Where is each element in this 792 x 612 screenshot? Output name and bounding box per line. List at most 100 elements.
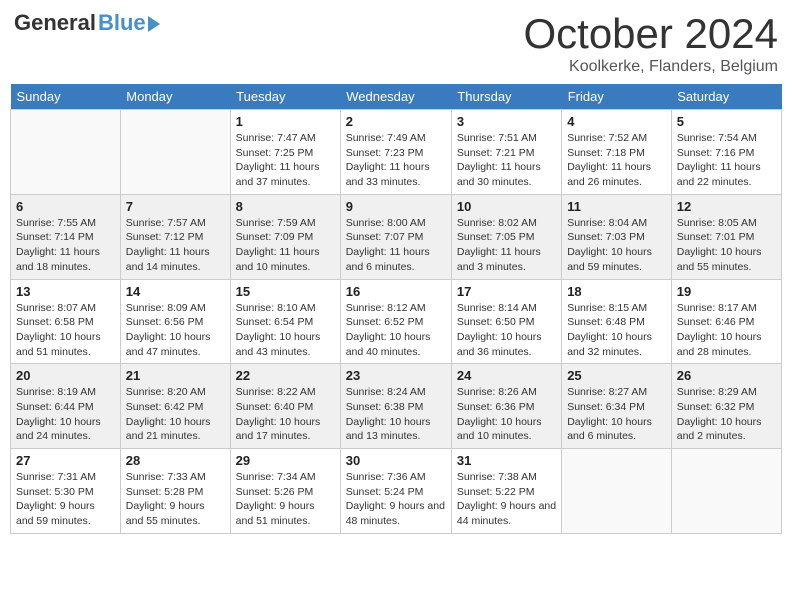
calendar-table: SundayMondayTuesdayWednesdayThursdayFrid… xyxy=(10,84,782,534)
day-number: 4 xyxy=(567,114,666,129)
calendar-cell: 7Sunrise: 7:57 AMSunset: 7:12 PMDaylight… xyxy=(120,194,230,279)
calendar-cell: 4 Sunrise: 7:52 AMSunset: 7:18 PMDaylight… xyxy=(562,110,672,195)
calendar-cell: 31 Sunrise: 7:38 AMSunset: 5:22 PMDayligh… xyxy=(451,449,561,534)
day-detail: Sunrise: 7:59 AMSunset: 7:09 PMDaylight:… xyxy=(236,216,335,275)
day-number: 20 xyxy=(16,368,115,383)
calendar-cell: 1 Sunrise: 7:47 AMSunset: 7:25 PMDaylight… xyxy=(230,110,340,195)
calendar-cell: 17 Sunrise: 8:14 AMSunset: 6:50 PMDayligh… xyxy=(451,279,561,364)
day-detail: Sunrise: 8:07 AMSunset: 6:58 PMDaylight:… xyxy=(16,301,115,360)
day-number: 26 xyxy=(677,368,776,383)
day-number: 6 xyxy=(16,199,115,214)
day-detail: Sunrise: 8:29 AMSunset: 6:32 PMDaylight:… xyxy=(677,385,776,444)
day-number: 24 xyxy=(457,368,556,383)
calendar-cell: 23 Sunrise: 8:24 AMSunset: 6:38 PMDayligh… xyxy=(340,364,451,449)
day-detail: Sunrise: 7:31 AMSunset: 5:30 PMDaylight:… xyxy=(16,470,115,529)
calendar-cell: 6 Sunrise: 7:55 AMSunset: 7:14 PMDaylight… xyxy=(11,194,121,279)
logo-blue-text: Blue xyxy=(98,10,146,36)
calendar-cell: 24 Sunrise: 8:26 AMSunset: 6:36 PMDayligh… xyxy=(451,364,561,449)
day-detail: Sunrise: 7:49 AMSunset: 7:23 PMDaylight:… xyxy=(346,131,446,190)
logo-general-text: General xyxy=(14,10,96,36)
day-number: 21 xyxy=(126,368,225,383)
day-detail: Sunrise: 7:36 AMSunset: 5:24 PMDaylight:… xyxy=(346,470,446,529)
month-title: October 2024 xyxy=(523,10,778,58)
calendar-cell: 22Sunrise: 8:22 AMSunset: 6:40 PMDayligh… xyxy=(230,364,340,449)
day-number: 10 xyxy=(457,199,556,214)
day-number: 28 xyxy=(126,453,225,468)
day-detail: Sunrise: 7:54 AMSunset: 7:16 PMDaylight:… xyxy=(677,131,776,190)
day-number: 9 xyxy=(346,199,446,214)
calendar-cell: 8 Sunrise: 7:59 AMSunset: 7:09 PMDaylight… xyxy=(230,194,340,279)
week-row: 27 Sunrise: 7:31 AMSunset: 5:30 PMDayligh… xyxy=(11,449,782,534)
calendar-cell: 21 Sunrise: 8:20 AMSunset: 6:42 PMDayligh… xyxy=(120,364,230,449)
day-detail: Sunrise: 8:04 AMSunset: 7:03 PMDaylight:… xyxy=(567,216,666,275)
day-detail: Sunrise: 8:15 AMSunset: 6:48 PMDaylight:… xyxy=(567,301,666,360)
day-detail: Sunrise: 7:57 AMSunset: 7:12 PMDaylight:… xyxy=(126,216,225,275)
calendar-cell: 13 Sunrise: 8:07 AMSunset: 6:58 PMDayligh… xyxy=(11,279,121,364)
day-detail: Sunrise: 8:00 AMSunset: 7:07 PMDaylight:… xyxy=(346,216,446,275)
day-number: 27 xyxy=(16,453,115,468)
calendar-cell xyxy=(120,110,230,195)
calendar-cell: 30 Sunrise: 7:36 AMSunset: 5:24 PMDayligh… xyxy=(340,449,451,534)
location-subtitle: Koolkerke, Flanders, Belgium xyxy=(523,58,778,76)
day-number: 1 xyxy=(236,114,335,129)
day-number: 25 xyxy=(567,368,666,383)
day-detail: Sunrise: 8:19 AMSunset: 6:44 PMDaylight:… xyxy=(16,385,115,444)
weekday-header: Tuesday xyxy=(230,84,340,110)
week-row: 20 Sunrise: 8:19 AMSunset: 6:44 PMDayligh… xyxy=(11,364,782,449)
day-detail: Sunrise: 8:02 AMSunset: 7:05 PMDaylight:… xyxy=(457,216,556,275)
logo: General Blue xyxy=(14,10,160,36)
page-header: General Blue October 2024 Koolkerke, Fla… xyxy=(10,10,782,76)
day-number: 5 xyxy=(677,114,776,129)
day-detail: Sunrise: 8:26 AMSunset: 6:36 PMDaylight:… xyxy=(457,385,556,444)
day-detail: Sunrise: 8:14 AMSunset: 6:50 PMDaylight:… xyxy=(457,301,556,360)
calendar-cell: 12 Sunrise: 8:05 AMSunset: 7:01 PMDayligh… xyxy=(671,194,781,279)
day-detail: Sunrise: 8:05 AMSunset: 7:01 PMDaylight:… xyxy=(677,216,776,275)
day-detail: Sunrise: 8:10 AMSunset: 6:54 PMDaylight:… xyxy=(236,301,335,360)
day-detail: Sunrise: 7:51 AMSunset: 7:21 PMDaylight:… xyxy=(457,131,556,190)
calendar-cell xyxy=(671,449,781,534)
day-detail: Sunrise: 8:24 AMSunset: 6:38 PMDaylight:… xyxy=(346,385,446,444)
calendar-cell: 18 Sunrise: 8:15 AMSunset: 6:48 PMDayligh… xyxy=(562,279,672,364)
day-number: 17 xyxy=(457,284,556,299)
day-detail: Sunrise: 7:47 AMSunset: 7:25 PMDaylight:… xyxy=(236,131,335,190)
day-number: 29 xyxy=(236,453,335,468)
weekday-header: Thursday xyxy=(451,84,561,110)
day-detail: Sunrise: 7:38 AMSunset: 5:22 PMDaylight:… xyxy=(457,470,556,529)
calendar-cell: 27 Sunrise: 7:31 AMSunset: 5:30 PMDayligh… xyxy=(11,449,121,534)
day-number: 12 xyxy=(677,199,776,214)
calendar-cell: 2Sunrise: 7:49 AMSunset: 7:23 PMDaylight… xyxy=(340,110,451,195)
day-detail: Sunrise: 7:52 AMSunset: 7:18 PMDaylight:… xyxy=(567,131,666,190)
day-number: 16 xyxy=(346,284,446,299)
calendar-cell: 28Sunrise: 7:33 AMSunset: 5:28 PMDayligh… xyxy=(120,449,230,534)
week-row: 6 Sunrise: 7:55 AMSunset: 7:14 PMDaylight… xyxy=(11,194,782,279)
week-row: 1 Sunrise: 7:47 AMSunset: 7:25 PMDaylight… xyxy=(11,110,782,195)
calendar-cell: 11 Sunrise: 8:04 AMSunset: 7:03 PMDayligh… xyxy=(562,194,672,279)
calendar-cell: 3 Sunrise: 7:51 AMSunset: 7:21 PMDaylight… xyxy=(451,110,561,195)
calendar-cell: 25 Sunrise: 8:27 AMSunset: 6:34 PMDayligh… xyxy=(562,364,672,449)
day-detail: Sunrise: 8:22 AMSunset: 6:40 PMDaylight:… xyxy=(236,385,335,444)
calendar-cell: 29 Sunrise: 7:34 AMSunset: 5:26 PMDayligh… xyxy=(230,449,340,534)
calendar-cell: 14Sunrise: 8:09 AMSunset: 6:56 PMDayligh… xyxy=(120,279,230,364)
day-number: 31 xyxy=(457,453,556,468)
day-detail: Sunrise: 7:55 AMSunset: 7:14 PMDaylight:… xyxy=(16,216,115,275)
day-number: 15 xyxy=(236,284,335,299)
weekday-header-row: SundayMondayTuesdayWednesdayThursdayFrid… xyxy=(11,84,782,110)
calendar-cell: 16Sunrise: 8:12 AMSunset: 6:52 PMDayligh… xyxy=(340,279,451,364)
logo-arrow-icon xyxy=(148,16,160,32)
day-number: 18 xyxy=(567,284,666,299)
day-detail: Sunrise: 8:20 AMSunset: 6:42 PMDaylight:… xyxy=(126,385,225,444)
calendar-cell: 9 Sunrise: 8:00 AMSunset: 7:07 PMDaylight… xyxy=(340,194,451,279)
day-number: 13 xyxy=(16,284,115,299)
day-number: 8 xyxy=(236,199,335,214)
day-detail: Sunrise: 8:09 AMSunset: 6:56 PMDaylight:… xyxy=(126,301,225,360)
day-number: 23 xyxy=(346,368,446,383)
day-number: 19 xyxy=(677,284,776,299)
day-number: 11 xyxy=(567,199,666,214)
calendar-cell xyxy=(562,449,672,534)
day-number: 30 xyxy=(346,453,446,468)
weekday-header: Monday xyxy=(120,84,230,110)
day-number: 3 xyxy=(457,114,556,129)
day-detail: Sunrise: 8:27 AMSunset: 6:34 PMDaylight:… xyxy=(567,385,666,444)
day-detail: Sunrise: 7:34 AMSunset: 5:26 PMDaylight:… xyxy=(236,470,335,529)
weekday-header: Saturday xyxy=(671,84,781,110)
